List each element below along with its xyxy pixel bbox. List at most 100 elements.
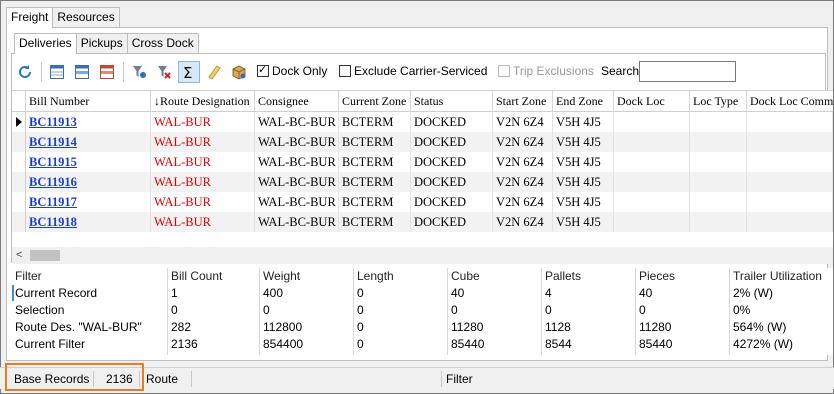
exclude-carrier-label: Exclude Carrier-Serviced <box>354 64 488 78</box>
layout-normal-icon[interactable] <box>46 61 68 83</box>
row-indicator[interactable] <box>12 192 26 212</box>
search-input[interactable] <box>639 61 736 82</box>
summary-cell: 0 <box>357 320 364 334</box>
summary-cell: 0 <box>357 286 364 300</box>
summary-row-label: Current Record <box>15 286 98 300</box>
status-blank <box>192 371 442 387</box>
table-cell: WAL-BC-BUR <box>255 132 339 152</box>
column-header[interactable]: Consignee <box>255 91 339 112</box>
toolbar-separator <box>123 62 124 82</box>
table-cell: WAL-BUR <box>151 132 255 152</box>
summary-cell: 564% (W) <box>733 320 787 334</box>
box-icon[interactable] <box>228 61 250 83</box>
table-cell <box>747 132 833 152</box>
summary-cell: 400 <box>263 286 284 300</box>
summary-cell: 112800 <box>263 320 303 334</box>
summary-cell: 8544 <box>545 337 572 351</box>
summary-cell: 1128 <box>545 320 571 334</box>
table-cell: V2N 6Z4 <box>493 152 553 172</box>
current-row-pointer-icon <box>16 117 22 127</box>
table-row[interactable]: BC11916 WAL-BUR WAL-BC-BUR BCTERM DOCKED V2N … <box>12 172 833 192</box>
layout-red-icon[interactable] <box>96 61 118 83</box>
summary-cell: 0 <box>357 337 364 351</box>
scroll-thumb[interactable] <box>30 250 60 261</box>
search-label: Search <box>601 64 640 78</box>
table-cell <box>747 212 833 232</box>
column-header[interactable]: Dock Loc Comm <box>747 91 833 112</box>
summary-column-header: Length <box>357 269 394 283</box>
scroll-left-icon[interactable]: < <box>16 249 22 261</box>
table-cell: BCTERM <box>339 132 411 152</box>
summary-column-header: Pieces <box>639 269 676 283</box>
row-indicator[interactable] <box>12 132 26 152</box>
status-filter: Filter <box>446 372 473 386</box>
table-cell <box>614 112 690 132</box>
table-cell <box>690 112 747 132</box>
column-header[interactable]: End Zone <box>553 91 614 112</box>
table-cell: V5H 4J5 <box>553 152 614 172</box>
table-row[interactable]: BC11913 WAL-BUR WAL-BC-BUR BCTERM DOCKED V2N … <box>12 112 833 132</box>
summary-cell: 2% (W) <box>733 286 773 300</box>
column-header[interactable]: Status <box>411 91 493 112</box>
column-header[interactable]: Start Zone <box>493 91 553 112</box>
table-row[interactable]: BC11915 WAL-BUR WAL-BC-BUR BCTERM DOCKED V2N … <box>12 152 833 172</box>
exclude-carrier-checkbox[interactable] <box>339 65 351 77</box>
dock-only-label: Dock Only <box>272 64 328 78</box>
table-row[interactable]: BC11918 WAL-BUR WAL-BC-BUR BCTERM DOCKED V2N … <box>12 212 833 232</box>
table-cell: WAL-BC-BUR <box>255 172 339 192</box>
layout-blue-icon[interactable] <box>71 61 93 83</box>
bill-number-link[interactable]: BC11917 <box>26 192 151 212</box>
table-cell <box>747 112 833 132</box>
clear-filter-icon[interactable] <box>153 61 175 83</box>
toolbar-separator <box>41 62 42 82</box>
row-indicator[interactable] <box>12 212 26 232</box>
table-row[interactable]: BC11917 WAL-BUR WAL-BC-BUR BCTERM DOCKED V2N … <box>12 192 833 212</box>
dock-only-checkbox[interactable] <box>257 63 269 77</box>
column-header[interactable]: Dock Loc <box>614 91 690 112</box>
table-cell: V5H 4J5 <box>553 132 614 152</box>
summary-cell: 0 <box>451 303 458 317</box>
table-cell <box>690 132 747 152</box>
table-cell: V5H 4J5 <box>553 212 614 232</box>
table-cell: BCTERM <box>339 172 411 192</box>
refresh-icon[interactable] <box>14 61 36 83</box>
summary-cell: 0% <box>733 303 751 317</box>
table-row[interactable]: BC11914 WAL-BUR WAL-BC-BUR BCTERM DOCKED V2N … <box>12 132 833 152</box>
tab-freight[interactable]: Freight <box>6 7 54 28</box>
horizontal-scrollbar[interactable]: < <box>12 247 833 264</box>
deliveries-grid: Bill Number ↓Route Designation Consignee… <box>12 90 833 247</box>
table-cell: BCTERM <box>339 192 411 212</box>
filter-icon[interactable] <box>128 61 150 83</box>
row-indicator[interactable] <box>12 112 26 132</box>
exclude-carrier-option[interactable]: Exclude Carrier-Serviced <box>339 63 487 79</box>
bill-number-link[interactable]: BC11918 <box>26 212 151 232</box>
bill-number-link[interactable]: BC11914 <box>26 132 151 152</box>
summary-column-header: Filter <box>15 269 42 283</box>
table-cell: V5H 4J5 <box>553 172 614 192</box>
row-indicator[interactable] <box>12 172 26 192</box>
table-cell: DOCKED <box>411 192 493 212</box>
table-cell: WAL-BUR <box>151 112 255 132</box>
table-cell <box>614 132 690 152</box>
column-header[interactable]: Current Zone <box>339 91 411 112</box>
table-cell <box>690 212 747 232</box>
toolbar: Σ <box>14 59 253 85</box>
table-cell: V2N 6Z4 <box>493 172 553 192</box>
summary-cell: 0 <box>171 303 178 317</box>
tab-deliveries[interactable]: Deliveries <box>14 33 77 54</box>
bill-number-link[interactable]: BC11913 <box>26 112 151 132</box>
tab-pickups[interactable]: Pickups <box>75 33 128 53</box>
bill-number-link[interactable]: BC11916 <box>26 172 151 192</box>
sum-icon[interactable]: Σ <box>178 61 200 83</box>
bill-number-link[interactable]: BC11915 <box>26 152 151 172</box>
note-icon[interactable] <box>203 61 225 83</box>
trip-exclusions-checkbox <box>498 65 510 77</box>
dock-only-option[interactable]: Dock Only <box>257 63 327 79</box>
column-header[interactable]: Loc Type <box>690 91 747 112</box>
tab-cross-dock[interactable]: Cross Dock <box>126 33 199 53</box>
column-header[interactable]: Bill Number <box>26 91 151 112</box>
row-indicator[interactable] <box>12 152 26 172</box>
column-header-label: Route Designation <box>160 94 250 108</box>
column-header-sorted[interactable]: ↓Route Designation <box>151 91 255 112</box>
tab-resources[interactable]: Resources <box>52 7 120 27</box>
